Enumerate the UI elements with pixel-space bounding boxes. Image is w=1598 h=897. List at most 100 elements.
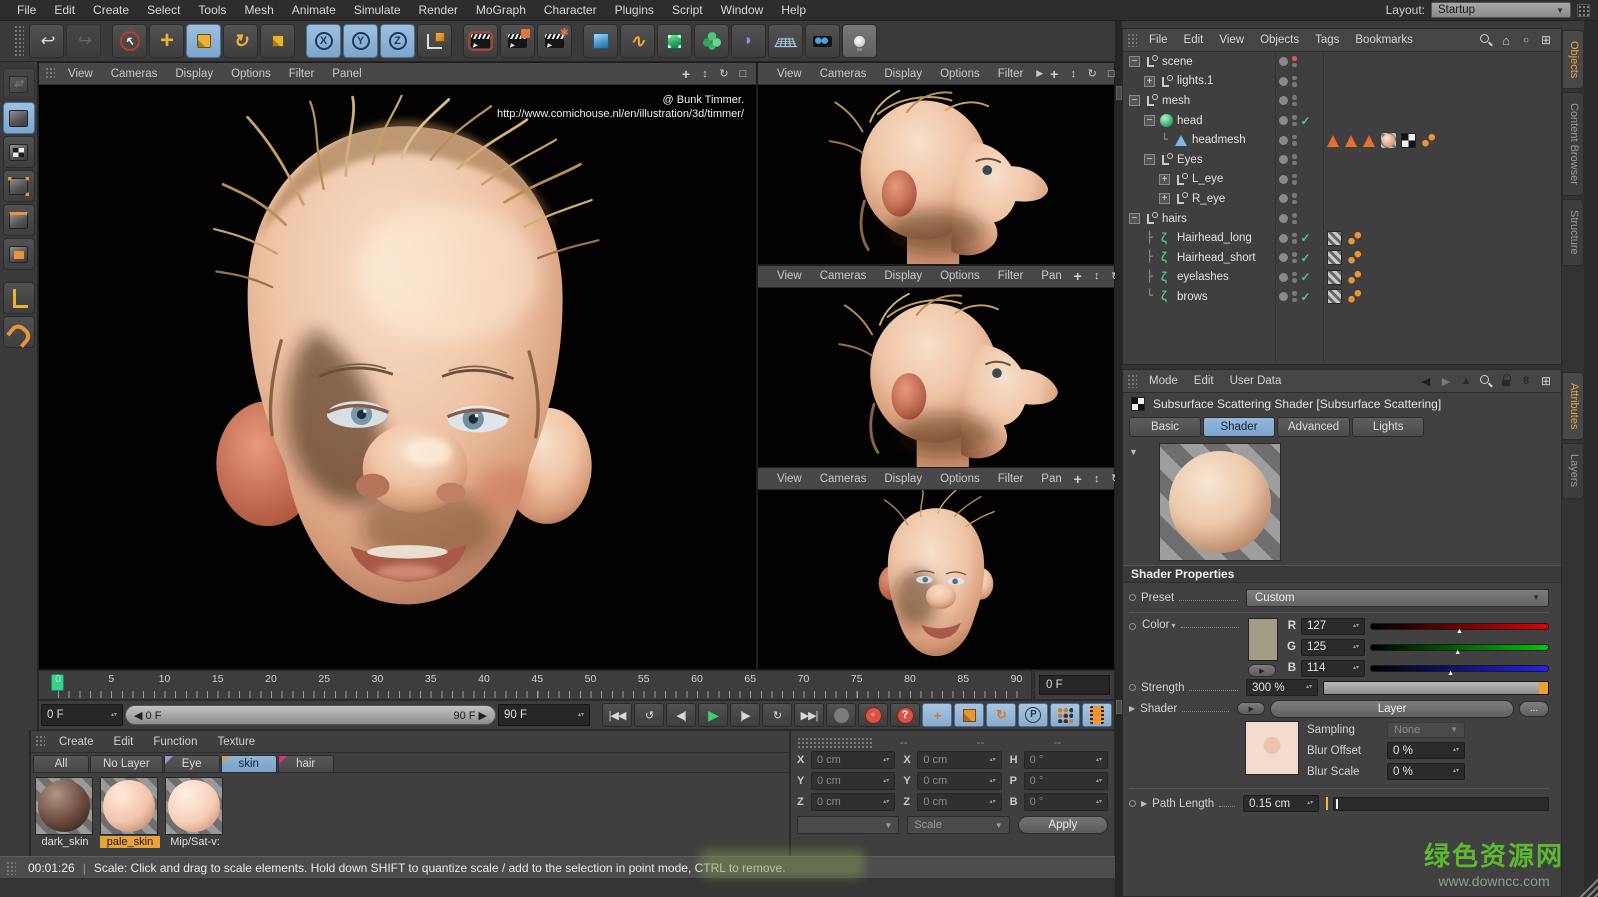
color-menu-icon[interactable]: ▾	[1171, 621, 1175, 630]
mograph-object-button[interactable]	[694, 24, 729, 58]
spinner-icon[interactable]: ▴▾	[1091, 758, 1102, 763]
enabled-check-icon[interactable]: ✓	[1301, 290, 1311, 304]
viewport-menu-item[interactable]: Cameras	[811, 473, 876, 485]
render-picture-viewer-button[interactable]	[500, 24, 535, 58]
material-dark-skin[interactable]: dark_skin	[35, 777, 95, 848]
coord-field-p[interactable]: 0 °▴▾	[1024, 772, 1108, 790]
undo-button[interactable]	[29, 24, 64, 58]
panel-grip[interactable]	[1127, 33, 1137, 47]
tab-lights[interactable]: Lights	[1352, 417, 1424, 437]
panel-grip[interactable]	[35, 735, 45, 748]
layer-dot-icon[interactable]	[1279, 77, 1288, 86]
layer-dot-icon[interactable]	[1279, 57, 1288, 66]
strength-field[interactable]: 300 %▴▾	[1246, 679, 1318, 696]
panel-divider[interactable]	[1115, 21, 1122, 897]
object-name[interactable]: L_eye	[1192, 173, 1223, 185]
menu-item[interactable]: Simulate	[345, 3, 410, 17]
layer-tab-eye[interactable]: Eye	[164, 755, 220, 772]
object-name[interactable]: Hairhead_short	[1177, 252, 1256, 264]
panel-tab[interactable]: Objects	[1562, 30, 1584, 89]
layer-dot-icon[interactable]	[1279, 116, 1288, 125]
forward-icon[interactable]	[1439, 374, 1453, 388]
panel-grip[interactable]	[6, 861, 16, 875]
up-icon[interactable]	[1459, 374, 1473, 388]
viewport-menu-item[interactable]: Filter	[280, 68, 324, 80]
visibility-dots-icon[interactable]	[1292, 56, 1297, 67]
goto-start-button[interactable]: |◀◀	[602, 703, 632, 727]
orbit-icon[interactable]	[717, 67, 731, 81]
object-manager-menu-item[interactable]: File	[1141, 34, 1176, 46]
tree-item-Hairhead-short[interactable]: ├Hairhead_short ✓	[1123, 248, 1561, 268]
viewport-render[interactable]	[758, 288, 1114, 467]
subdivision-surface-button[interactable]	[657, 24, 692, 58]
layer-dot-icon[interactable]	[1279, 194, 1288, 203]
viewport-menu-item[interactable]: Panel	[323, 68, 370, 80]
menu-item[interactable]: File	[8, 3, 45, 17]
tree-item-headmesh[interactable]: └headmesh	[1123, 130, 1561, 150]
panel-grip[interactable]	[797, 737, 874, 749]
tree-item-L-eye[interactable]: +L_eye	[1123, 170, 1561, 190]
layout-select[interactable]: Startup ▼	[1431, 2, 1571, 18]
spinner-icon[interactable]: ▴▾	[985, 800, 996, 805]
spinner-icon[interactable]: ▴▾	[1302, 801, 1313, 806]
enabled-check-icon[interactable]: ✓	[1301, 231, 1311, 245]
record-keyframe-button[interactable]: ◦	[858, 703, 888, 727]
viewport-side-1[interactable]: ViewCamerasDisplayOptionsFilter ▶	[757, 62, 1115, 265]
scale-button[interactable]	[186, 24, 221, 58]
texture-mode-button[interactable]	[3, 136, 35, 168]
object-manager-menu-item[interactable]: View	[1211, 34, 1252, 46]
animation-dot[interactable]	[1129, 623, 1136, 630]
spinner-icon[interactable]: ▴▾	[985, 779, 996, 784]
layer-tab-all[interactable]: All	[33, 755, 89, 772]
render-settings-button[interactable]	[537, 24, 572, 58]
object-manager-menu-item[interactable]: Bookmarks	[1347, 34, 1421, 46]
snap-magnet-button[interactable]	[3, 316, 35, 348]
viewport-render[interactable]: @ Bunk Timmer. http://www.comichouse.nl/…	[39, 85, 756, 669]
tree-expander-icon[interactable]: −	[1144, 154, 1155, 165]
help-button[interactable]: ?	[890, 703, 920, 727]
viewport-menu-item[interactable]: View	[768, 270, 811, 282]
panel-tab[interactable]: Attributes	[1562, 372, 1584, 440]
channel-g-field[interactable]: 125▴▾	[1301, 639, 1365, 656]
attribute-menu-item[interactable]: Mode	[1141, 375, 1186, 387]
expander-icon[interactable]: ▶	[1141, 799, 1147, 808]
blur-scale-field[interactable]: 0 %▴▾	[1387, 763, 1465, 780]
viewport-render[interactable]	[758, 490, 1114, 669]
menu-item[interactable]: Tools	[189, 3, 235, 17]
material-thumbnail[interactable]	[35, 777, 93, 835]
layer-tab-no-layer[interactable]: No Layer	[90, 755, 163, 772]
tri-tag-icon[interactable]	[1345, 133, 1358, 148]
menu-item[interactable]: Create	[84, 3, 138, 17]
tree-item-head[interactable]: −head ✓	[1123, 111, 1561, 131]
apply-button[interactable]: Apply	[1018, 816, 1108, 834]
tab-shader[interactable]: Shader	[1203, 417, 1275, 437]
visibility-dots-icon[interactable]	[1292, 174, 1297, 185]
points-mode-button[interactable]	[3, 170, 35, 202]
object-manager-menu-item[interactable]: Edit	[1176, 34, 1212, 46]
blur-offset-field[interactable]: 0 %▴▾	[1387, 742, 1465, 759]
object-name[interactable]: mesh	[1162, 95, 1190, 107]
viewport-menu-item[interactable]: View	[59, 68, 102, 80]
hatch-tag-icon[interactable]	[1327, 270, 1342, 285]
points-tag-icon[interactable]	[1421, 133, 1436, 148]
channel-r-slider[interactable]: ▲	[1370, 623, 1549, 630]
render-view-button[interactable]	[463, 24, 498, 58]
slider-marker-icon[interactable]: ▲	[1456, 628, 1463, 635]
dolly-icon[interactable]	[698, 67, 712, 81]
viewport-perspective[interactable]: ViewCamerasDisplayOptionsFilterPanel @ B…	[38, 62, 757, 670]
layer-dot-icon[interactable]	[1279, 136, 1288, 145]
checker-tag-icon[interactable]	[1401, 133, 1416, 148]
axis-x-button[interactable]: X	[306, 24, 341, 58]
object-name[interactable]: Eyes	[1177, 154, 1203, 166]
hatch-tag-icon[interactable]	[1327, 231, 1342, 246]
coord-space-select[interactable]: ▼	[797, 816, 899, 834]
tree-expander-icon[interactable]: −	[1144, 115, 1155, 126]
viewport-menu-item[interactable]: Display	[875, 68, 931, 80]
tree-item-R-eye[interactable]: +R_eye	[1123, 189, 1561, 209]
model-mode-button[interactable]	[3, 102, 35, 134]
layer-dot-icon[interactable]	[1279, 155, 1288, 164]
frame-end-field[interactable]: 90 F▴▾	[498, 704, 590, 726]
spinner-icon[interactable]: ▴▾	[1091, 800, 1102, 805]
viewport-menu-item[interactable]: View	[768, 68, 811, 80]
hatch-tag-icon[interactable]	[1327, 289, 1342, 304]
